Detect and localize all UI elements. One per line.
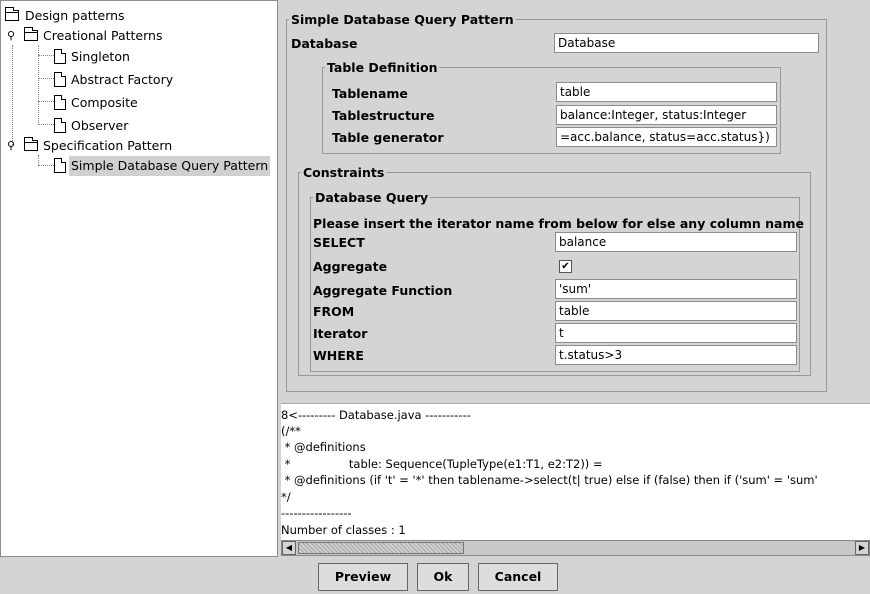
select-field[interactable]: balance — [555, 232, 797, 252]
tablestructure-label: Tablestructure — [332, 108, 435, 123]
from-label: FROM — [313, 304, 355, 319]
cancel-button[interactable]: Cancel — [478, 563, 558, 591]
where-field[interactable]: t.status>3 — [555, 345, 797, 365]
tree-connector — [38, 165, 54, 166]
expand-handle-icon[interactable]: ⚲ — [7, 30, 15, 41]
tree-node-label: Design patterns — [25, 8, 125, 23]
file-icon — [54, 72, 66, 87]
code-line: * table: Sequence(TupleType(e1:T1, e2:T2… — [281, 457, 603, 471]
file-icon — [54, 158, 66, 173]
aggregate-function-field[interactable]: 'sum' — [555, 279, 797, 299]
database-label: Database — [291, 36, 358, 51]
code-line: * @definitions — [281, 440, 366, 454]
preview-button[interactable]: Preview — [318, 563, 408, 591]
file-icon — [54, 118, 66, 133]
group-title: Table Definition — [327, 60, 438, 75]
tree-connector — [38, 124, 54, 125]
ok-button[interactable]: Ok — [417, 563, 469, 591]
tree-node-label: Singleton — [71, 49, 130, 64]
pattern-tree[interactable]: Design patterns ⚲ Creational Patterns Si… — [0, 0, 278, 557]
tree-connector — [38, 155, 39, 165]
code-line: 8<--------- Database.java ----------- — [281, 408, 471, 422]
code-line: */ — [281, 490, 291, 504]
table-generator-label: Table generator — [332, 130, 444, 145]
aggregate-label: Aggregate — [313, 259, 388, 274]
tree-connector — [38, 45, 39, 125]
group-title: Simple Database Query Pattern — [291, 12, 514, 27]
group-title: Constraints — [303, 165, 385, 180]
generated-code-output[interactable]: 8<--------- Database.java ----------- (/… — [281, 403, 870, 540]
expand-handle-icon[interactable]: ⚲ — [7, 140, 15, 151]
tree-node-label: Specification Pattern — [43, 138, 173, 153]
table-generator-field[interactable]: =acc.balance, status=acc.status}) — [556, 127, 777, 147]
aggregate-checkbox[interactable]: ✔ — [559, 260, 572, 273]
where-label: WHERE — [313, 348, 364, 363]
scrollbar-thumb[interactable] — [298, 542, 464, 554]
folder-icon — [5, 7, 19, 21]
tree-node-label: Observer — [71, 118, 129, 133]
folder-icon — [24, 27, 38, 41]
instruction-text: Please insert the iterator name from bel… — [313, 216, 804, 231]
code-line: Number of classes : 1 — [281, 523, 406, 537]
scroll-right-icon[interactable]: ▶ — [855, 541, 869, 555]
database-field[interactable]: Database — [554, 33, 819, 53]
horizontal-scrollbar[interactable]: ◀ ▶ — [281, 540, 870, 556]
file-icon — [54, 49, 66, 64]
tablename-label: Tablename — [332, 86, 408, 101]
iterator-label: Iterator — [313, 326, 368, 341]
code-line: (/** — [281, 424, 301, 438]
tree-node-label: Composite — [71, 95, 138, 110]
from-field[interactable]: table — [555, 301, 797, 321]
file-icon — [54, 95, 66, 110]
scroll-left-icon[interactable]: ◀ — [282, 541, 296, 555]
code-line: ----------------- — [281, 506, 352, 520]
tablename-field[interactable]: table — [556, 82, 777, 102]
code-line: * @definitions (if 't' = '*' then tablen… — [281, 473, 818, 487]
tree-connector — [38, 101, 54, 102]
tree-node-label: Abstract Factory — [71, 72, 174, 87]
tablestructure-field[interactable]: balance:Integer, status:Integer — [556, 105, 777, 125]
tree-connector — [38, 78, 54, 79]
tree-node-label: Creational Patterns — [43, 28, 163, 43]
tree-connector — [12, 45, 13, 145]
select-label: SELECT — [313, 235, 365, 250]
iterator-field[interactable]: t — [555, 323, 797, 343]
tree-connector — [38, 55, 54, 56]
tree-node-label: Simple Database Query Pattern — [69, 156, 271, 176]
group-title: Database Query — [315, 190, 429, 205]
pattern-form-panel: Simple Database Query Pattern Database D… — [281, 0, 870, 403]
folder-icon — [24, 137, 38, 151]
aggregate-function-label: Aggregate Function — [313, 283, 453, 298]
